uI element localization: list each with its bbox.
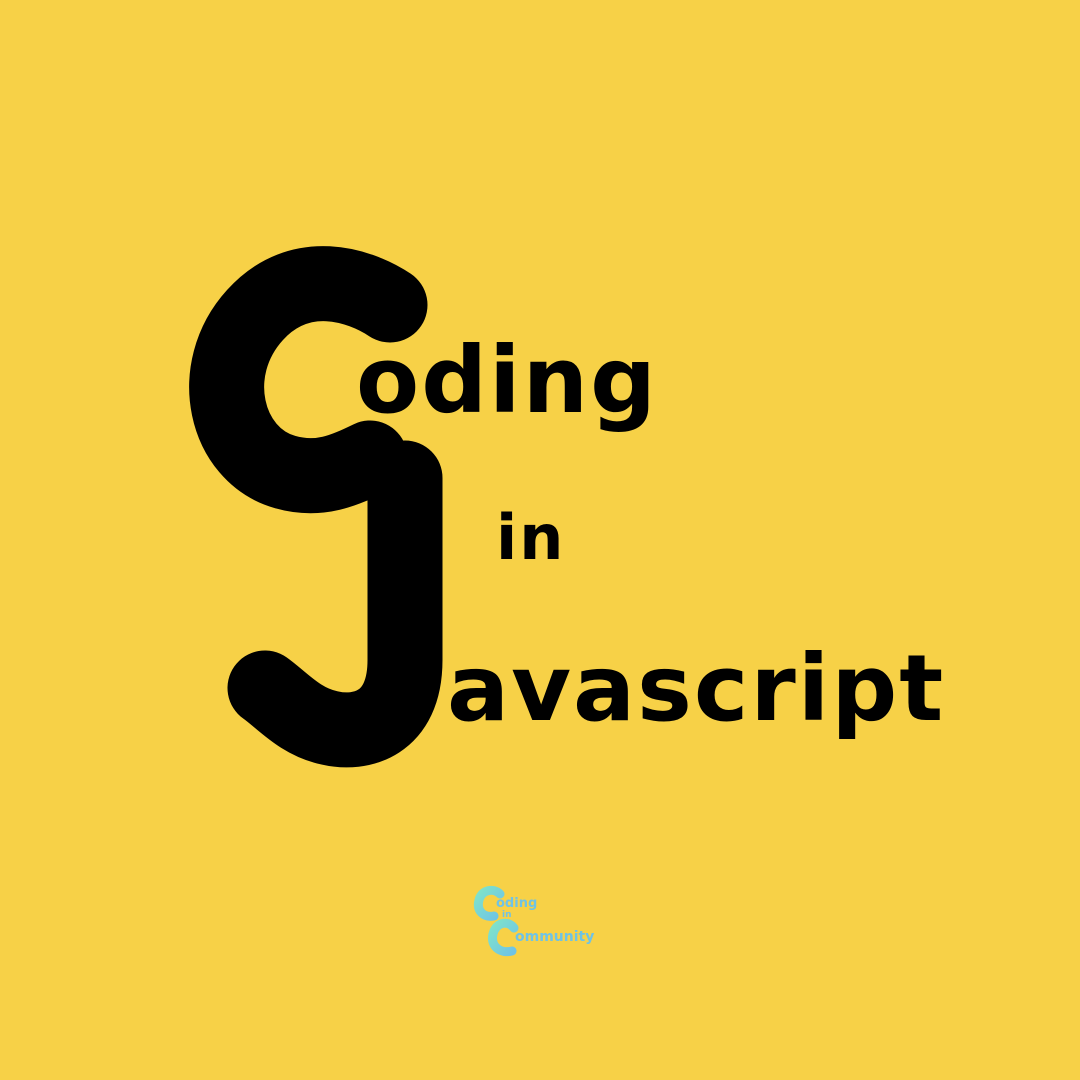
title-word-in: in bbox=[496, 501, 566, 574]
coding-in-community-logo: oding in ommunity bbox=[470, 880, 620, 966]
logo-word-community-rest: ommunity bbox=[515, 929, 595, 945]
big-j-letter bbox=[227, 440, 443, 768]
logo-c-bottom-letter bbox=[487, 918, 519, 957]
poster: oding in avascript oding in ommunity bbox=[0, 0, 1080, 1080]
logo-cc-lettermark bbox=[473, 885, 519, 957]
title-word-javascript-rest: avascript bbox=[447, 635, 946, 742]
logo-word-coding-rest: oding bbox=[496, 896, 538, 911]
logo-word-in: in bbox=[502, 910, 512, 920]
title-word-coding-rest: oding bbox=[356, 327, 658, 434]
